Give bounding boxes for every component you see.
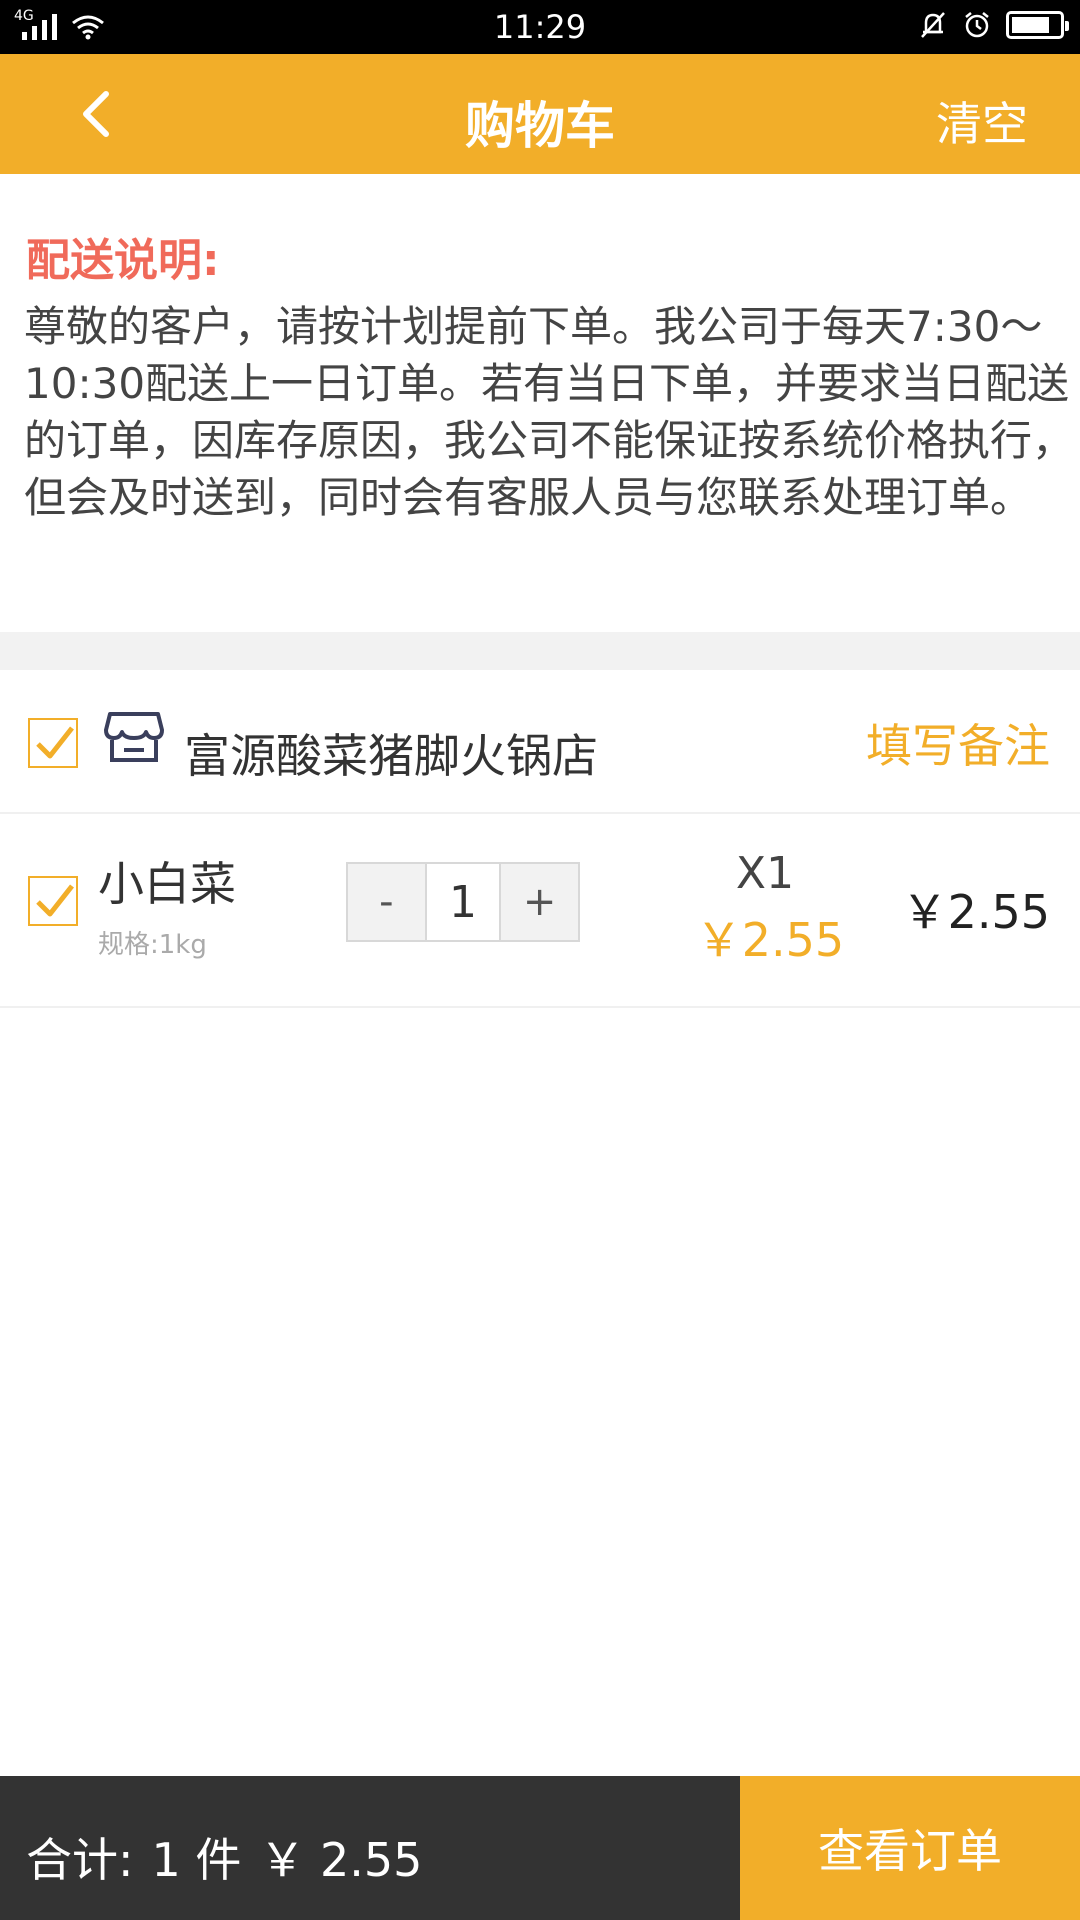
cart-item-row: 小白菜 规格:1kg - 1 + X1 ￥2.55 ￥2.55	[0, 816, 1080, 1008]
view-order-button[interactable]: 查看订单	[740, 1776, 1080, 1920]
status-bar: 4G 11:29	[0, 0, 1080, 54]
decrease-button[interactable]: -	[348, 864, 425, 940]
bottom-bar: 合计: 1 件 ￥ 2.55 查看订单	[0, 1776, 1080, 1920]
nav-bar: 购物车 清空	[0, 54, 1080, 174]
quantity-stepper: - 1 +	[346, 862, 580, 942]
shop-name: 富源酸菜猪脚火锅店	[184, 729, 598, 783]
shop-row: 富源酸菜猪脚火锅店 填写备注	[0, 670, 1080, 814]
item-spec: 规格:1kg	[98, 930, 207, 960]
notice-title: 配送说明:	[26, 235, 220, 286]
bell-muted-icon	[921, 12, 945, 38]
clear-cart-button[interactable]: 清空	[936, 88, 1028, 154]
store-icon	[104, 712, 164, 762]
item-checkbox[interactable]	[28, 876, 78, 926]
battery-icon	[1006, 11, 1069, 39]
notice-body: 尊敬的客户，请按计划提前下单。我公司于每天7:30～10:30配送上一日订单。若…	[24, 302, 1075, 522]
alarm-icon	[965, 12, 989, 38]
item-subtotal: ￥2.55	[901, 885, 1050, 939]
item-name: 小白菜	[98, 857, 236, 911]
checkmark-icon	[36, 726, 74, 759]
item-unit-price: ￥2.55	[695, 913, 845, 967]
increase-button[interactable]: +	[501, 864, 578, 940]
shop-checkbox[interactable]	[28, 718, 78, 768]
delivery-notice: 配送说明: 尊敬的客户，请按计划提前下单。我公司于每天7:30～10:30配送上…	[0, 174, 1080, 634]
add-note-button[interactable]: 填写备注	[866, 710, 1050, 776]
checkmark-icon	[36, 884, 74, 917]
page-title: 购物车	[465, 97, 615, 155]
cart-summary: 合计: 1 件 ￥ 2.55	[0, 1776, 740, 1920]
status-right	[918, 10, 1069, 40]
item-quantity-label: X1	[735, 848, 795, 899]
total-prefix: 合计:	[26, 1833, 134, 1887]
quantity-value[interactable]: 1	[424, 864, 502, 940]
total-amount: ￥ 2.55	[259, 1833, 423, 1887]
section-divider	[0, 632, 1080, 670]
total-count: 1 件	[151, 1833, 242, 1887]
